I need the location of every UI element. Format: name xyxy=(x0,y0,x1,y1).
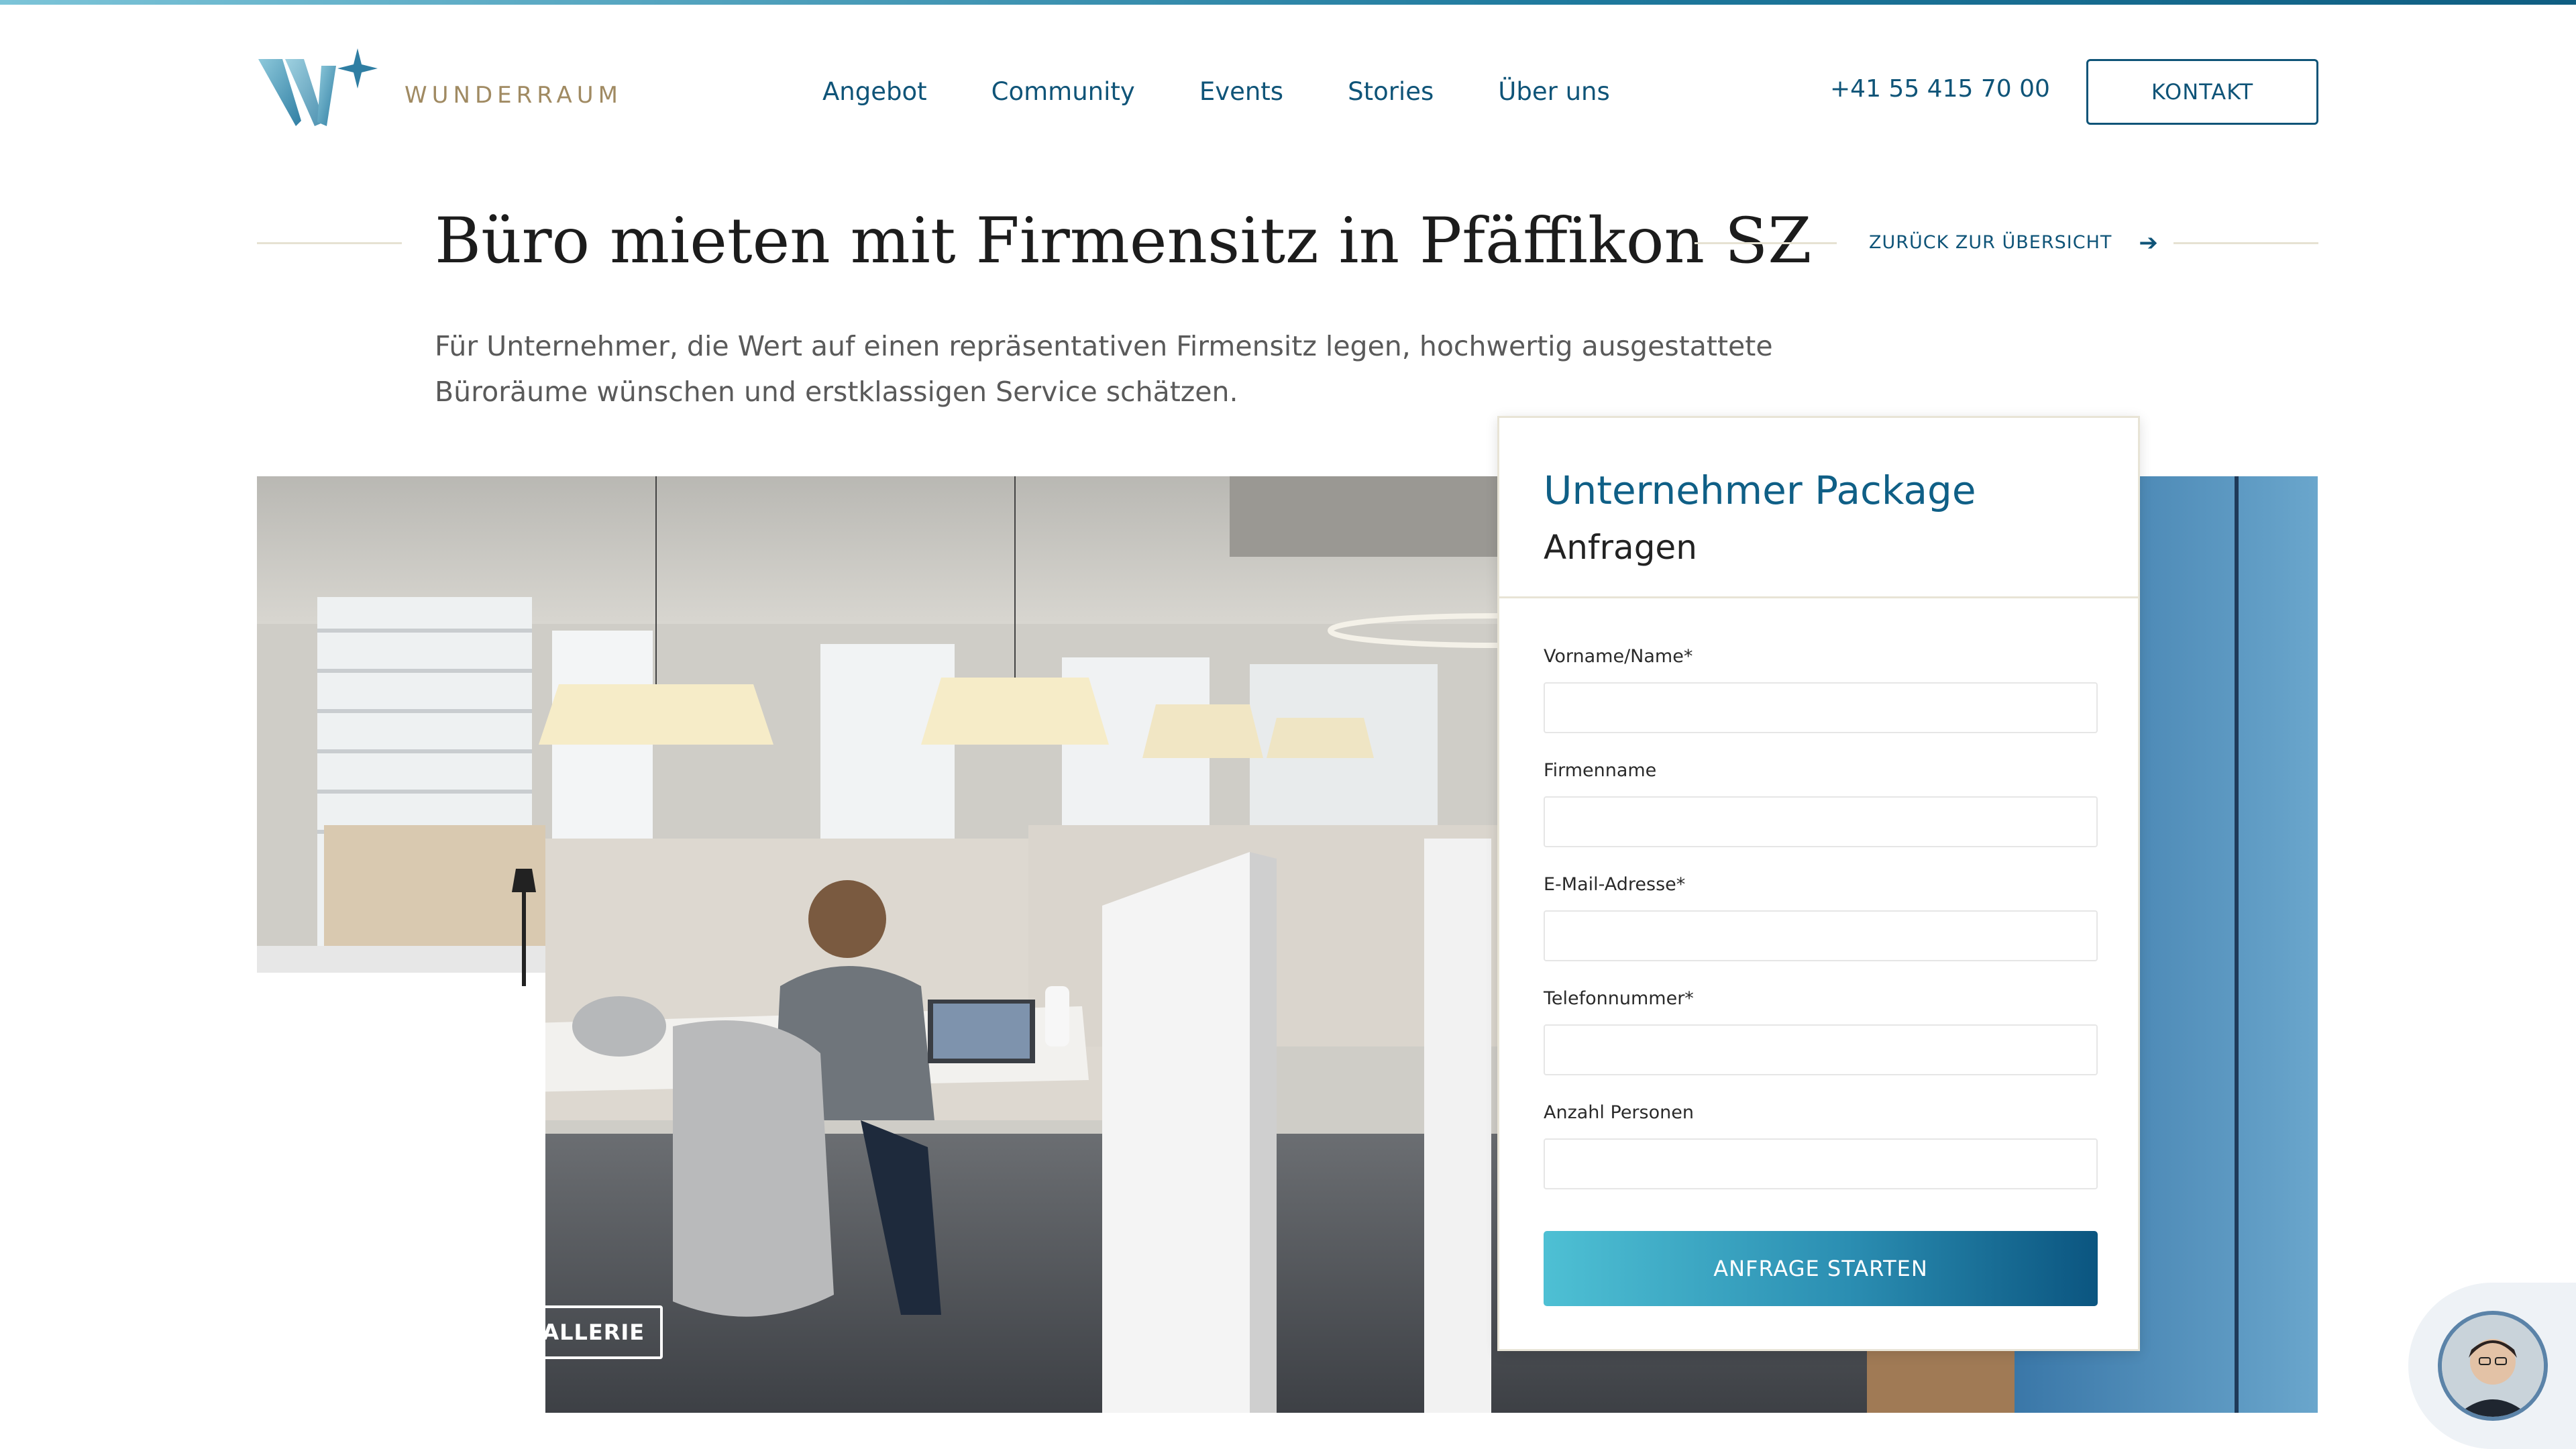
logo-mark-icon xyxy=(258,48,378,126)
chat-avatar-icon[interactable] xyxy=(2438,1311,2548,1421)
phone-link[interactable]: +41 55 415 70 00 xyxy=(1830,72,2050,106)
title-divider-left xyxy=(257,242,402,244)
page-title: Büro mieten mit Firmensitz in Pfäffikon … xyxy=(435,205,1812,278)
field-label-company: Firmenname xyxy=(1544,760,1657,781)
nav-item-community[interactable]: Community xyxy=(991,75,1135,109)
arrow-right-icon: ➔ xyxy=(2139,229,2159,256)
field-label-name: Vorname/Name* xyxy=(1544,646,1693,667)
top-accent-bar xyxy=(0,0,2576,5)
title-divider-right xyxy=(2174,242,2318,244)
logo-wordmark: WUNDERRAUM xyxy=(405,82,623,109)
back-link-label: ZURÜCK ZUR ÜBERSICHT xyxy=(1869,232,2112,253)
field-label-persons: Anzahl Personen xyxy=(1544,1102,1694,1123)
field-label-phone: Telefonnummer* xyxy=(1544,988,1694,1009)
anfrage-starten-button[interactable]: ANFRAGE STARTEN xyxy=(1544,1231,2098,1306)
name-input[interactable] xyxy=(1544,682,2098,733)
lead-text: Für Unternehmer, die Wert auf einen repr… xyxy=(435,330,1773,408)
nav-item-stories[interactable]: Stories xyxy=(1348,75,1434,109)
phone-input[interactable] xyxy=(1544,1024,2098,1075)
title-divider-middle xyxy=(1695,242,1837,244)
main-navigation: Angebot Community Events Stories Über un… xyxy=(822,75,1674,109)
foto-gallerie-button[interactable]: FOTO GALLERIE xyxy=(429,1305,663,1359)
kontakt-button[interactable]: KONTAKT xyxy=(2086,59,2318,125)
company-input[interactable] xyxy=(1544,796,2098,847)
persons-input[interactable] xyxy=(1544,1138,2098,1189)
logo[interactable]: WUNDERRAUM xyxy=(257,47,618,134)
package-title: Unternehmer Package xyxy=(1544,468,1976,513)
form-subtitle: Anfragen xyxy=(1544,528,1697,567)
field-label-email: E-Mail-Adresse* xyxy=(1544,874,1686,895)
email-input[interactable] xyxy=(1544,910,2098,961)
back-to-overview-link[interactable]: ZURÜCK ZUR ÜBERSICHT ➔ xyxy=(1869,231,2159,255)
nav-item-ueber-uns[interactable]: Über uns xyxy=(1498,75,1609,109)
nav-item-events[interactable]: Events xyxy=(1199,75,1283,109)
inquiry-form-card: Unternehmer Package Anfragen Vorname/Nam… xyxy=(1497,416,2140,1351)
avatar-portrait xyxy=(2442,1315,2544,1417)
form-separator xyxy=(1499,596,2138,598)
nav-item-angebot[interactable]: Angebot xyxy=(822,75,927,109)
